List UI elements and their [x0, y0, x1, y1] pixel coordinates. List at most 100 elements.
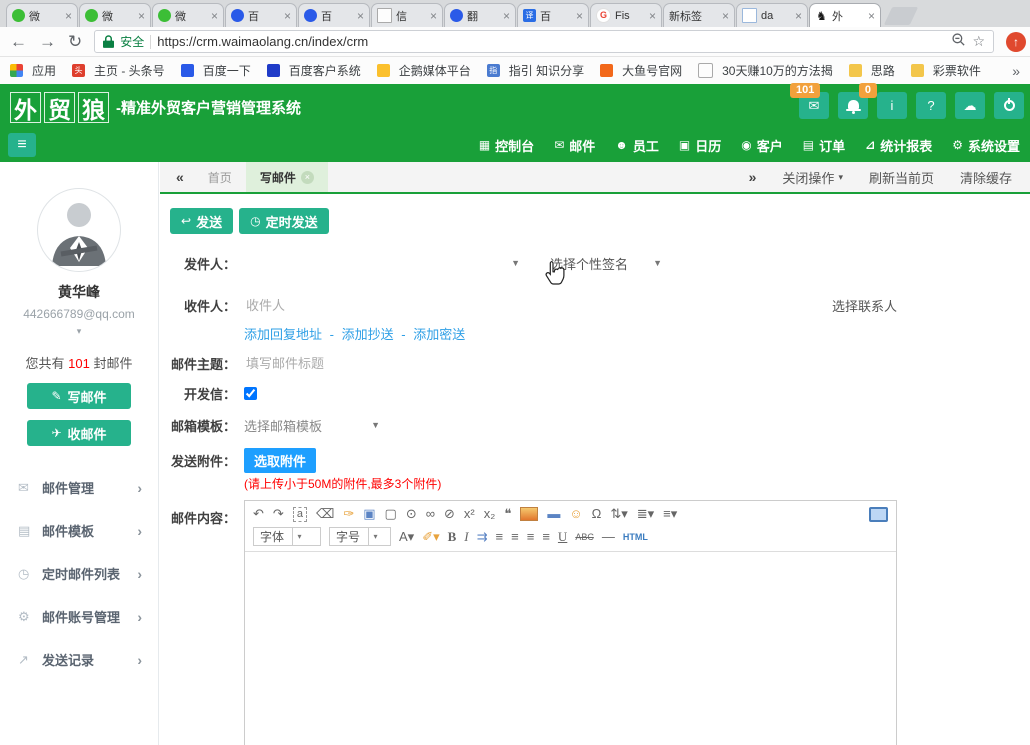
special-char-icon[interactable]: Ω [592, 506, 602, 522]
tab-close-icon[interactable]: × [722, 9, 729, 23]
sidebar-item-send-record[interactable]: ↗ 发送记录 › [0, 638, 158, 681]
browser-tab[interactable]: da × [736, 3, 808, 27]
pick-attachment-button[interactable]: 选取附件 [244, 448, 316, 473]
undo-icon[interactable]: ↶ [253, 506, 264, 522]
horizontal-rule-icon[interactable]: — [602, 529, 615, 545]
bookmark-item[interactable]: 企鹅媒体平台 [377, 62, 471, 79]
zoom-out-icon[interactable] [951, 32, 966, 52]
tab-close-icon[interactable]: × [868, 9, 875, 23]
italic-icon[interactable]: I [464, 529, 468, 545]
format-painter-icon[interactable]: ✑ [343, 506, 354, 522]
tab-close-icon[interactable]: × [284, 9, 291, 23]
tab-close-icon[interactable]: × [357, 9, 364, 23]
add-cc-link[interactable]: 添加抄送 [342, 327, 394, 342]
browser-tab[interactable]: 信 × [371, 3, 443, 27]
font-family-select[interactable]: 字体 ▾ [253, 527, 321, 546]
sidebar-toggle-button[interactable]: ≡ [8, 133, 36, 157]
address-bar[interactable]: 安全 https://crm.waimaolang.cn/index/crm ☆ [94, 30, 994, 53]
tab-close-icon[interactable]: × [503, 9, 510, 23]
html-source-icon[interactable]: HTML [623, 529, 648, 545]
highlight-color-icon[interactable]: ✐▾ [422, 529, 439, 545]
page-tab[interactable]: 写邮件 × [246, 162, 328, 192]
alignment-menu-icon[interactable]: ≡▾ [663, 506, 677, 522]
browser-tab[interactable]: 译 百 × [517, 3, 589, 27]
page-tab-close-icon[interactable]: × [301, 171, 314, 184]
editor-content-area[interactable] [245, 552, 896, 745]
forward-button[interactable]: → [39, 33, 56, 50]
subscript-icon[interactable]: x₂ [484, 506, 496, 522]
browser-tab[interactable]: G Fis × [590, 3, 662, 27]
font-color-icon[interactable]: A▾ [399, 529, 414, 545]
paragraph-spacing-icon[interactable]: ⇅▾ [610, 506, 627, 522]
bookmark-star-icon[interactable]: ☆ [972, 33, 985, 50]
blockquote-icon[interactable]: ❝ [504, 506, 511, 522]
sidebar-item-mail-template[interactable]: ▤ 邮件模板 › [0, 509, 158, 552]
link-icon[interactable]: ∞ [426, 506, 435, 522]
browser-tab[interactable]: 新标签 × [663, 3, 735, 27]
eraser-icon[interactable]: ⌫ [316, 506, 334, 522]
add-reply-address-link[interactable]: 添加回复地址 [244, 327, 322, 342]
browser-tab[interactable]: 百 × [225, 3, 297, 27]
browser-tab[interactable]: 微 × [79, 3, 151, 27]
superscript-icon[interactable]: x² [464, 506, 475, 522]
bookmark-item[interactable]: 大鱼号官网 [600, 62, 682, 79]
tabs-scroll-left-icon[interactable]: « [176, 169, 184, 185]
nav-item-staff[interactable]: ☻ 员工 [615, 136, 659, 155]
browser-tab[interactable]: 翻 × [444, 3, 516, 27]
indent-icon[interactable]: ⇉ [477, 529, 488, 545]
bookmark-item[interactable]: 应用 [10, 62, 56, 79]
send-button[interactable]: ↩ 发送 [170, 208, 233, 234]
account-caret-icon[interactable]: ▾ [0, 326, 158, 337]
search-replace-icon[interactable]: ⊙ [406, 506, 417, 522]
line-height-icon[interactable]: ≣▾ [637, 506, 654, 522]
pick-contacts-link[interactable]: 选择联系人 [832, 296, 897, 315]
new-tab-button[interactable] [884, 7, 918, 25]
clear-cache-button[interactable]: 清除缓存 [960, 168, 1012, 187]
bold-icon[interactable]: B [448, 529, 457, 545]
tabs-scroll-right-icon[interactable]: » [749, 169, 757, 185]
page-break-icon[interactable]: ▬ [547, 506, 560, 522]
unlink-icon[interactable]: ⊘ [444, 506, 455, 522]
sidebar-item-mail-account[interactable]: ⚙ 邮件账号管理 › [0, 595, 158, 638]
browser-update-icon[interactable]: ↑ [1006, 32, 1026, 52]
signature-select[interactable]: 选择个性签名 ▼ [550, 254, 662, 273]
nav-item-calendar[interactable]: ▣ 日历 [679, 136, 721, 155]
receive-mail-button[interactable]: ✈ 收邮件 [27, 420, 131, 446]
bookmark-item[interactable]: 百度客户系统 [267, 62, 361, 79]
header-download-button[interactable]: ☁ [955, 92, 985, 119]
mail-template-select[interactable]: 选择邮箱模板 ▼ [244, 416, 380, 435]
browser-tab[interactable]: 微 × [152, 3, 224, 27]
tab-close-icon[interactable]: × [576, 9, 583, 23]
nav-item-console[interactable]: ▦ 控制台 [479, 136, 534, 155]
sender-select[interactable]: ▼ [244, 258, 520, 268]
align-right-icon[interactable]: ≡ [511, 529, 519, 545]
header-logout-button[interactable] [994, 92, 1024, 119]
header-bell-button[interactable]: 0 [838, 92, 868, 119]
close-operations-menu[interactable]: 关闭操作 ▾ [782, 168, 843, 187]
align-center-icon[interactable]: ≡ [527, 529, 535, 545]
bookmark-item[interactable]: 彩票软件 [911, 62, 981, 79]
tab-close-icon[interactable]: × [138, 9, 145, 23]
justify-icon[interactable]: ≡ [542, 529, 550, 545]
tab-close-icon[interactable]: × [65, 9, 72, 23]
redo-icon[interactable]: ↷ [273, 506, 284, 522]
align-left-icon[interactable]: ≡ [496, 529, 504, 545]
insert-image-icon[interactable] [520, 507, 538, 521]
browser-tab[interactable]: ♞ 外 × [809, 3, 881, 27]
browser-tab[interactable]: 微 × [6, 3, 78, 27]
reload-button[interactable]: ↻ [68, 33, 82, 50]
autotypeset-icon[interactable]: a [293, 507, 307, 522]
nav-item-mail[interactable]: ✉ 邮件 [554, 136, 595, 155]
bookmark-item[interactable]: 思路 [849, 62, 895, 79]
font-size-select[interactable]: 字号 ▾ [329, 527, 391, 546]
bookmarks-overflow-icon[interactable]: » [1012, 63, 1020, 79]
page-tab[interactable]: 首页 × [194, 162, 246, 192]
avatar[interactable] [37, 188, 121, 272]
emoji-icon[interactable]: ☺ [569, 506, 582, 522]
bookmark-item[interactable]: 头 主页 - 头条号 [72, 62, 165, 79]
tab-close-icon[interactable]: × [649, 9, 656, 23]
bookmark-item[interactable]: 百度一下 [181, 62, 251, 79]
strikethrough-icon[interactable]: ABC [575, 529, 594, 545]
nav-item-orders[interactable]: ▤ 订单 [803, 136, 845, 155]
new-document-icon[interactable]: ▢ [385, 506, 397, 522]
